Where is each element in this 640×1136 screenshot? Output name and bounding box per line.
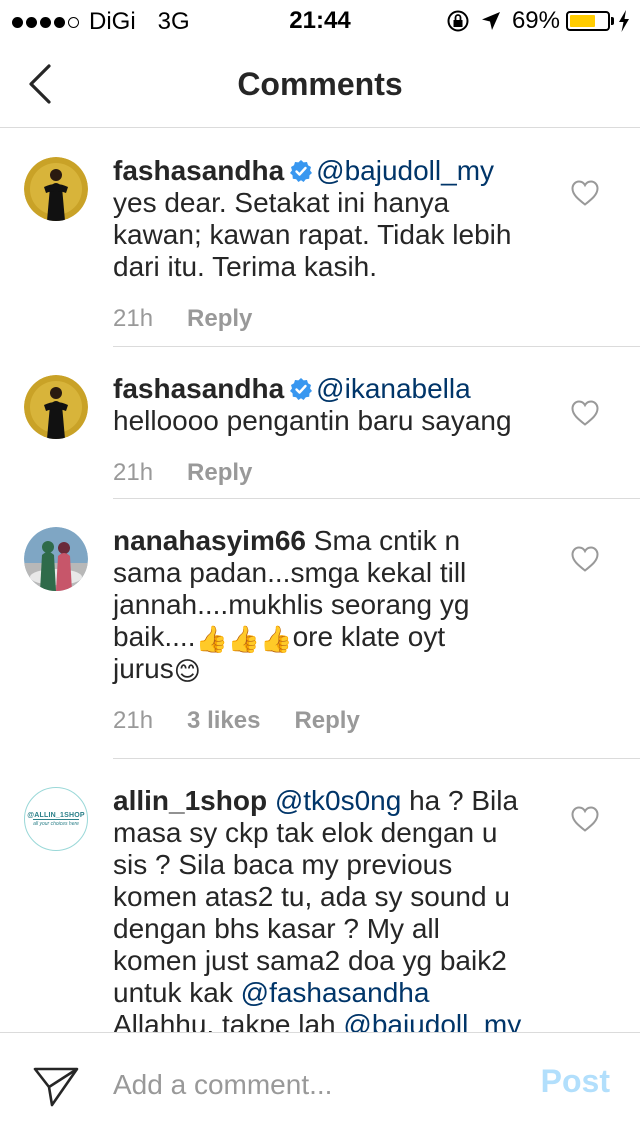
comment-text: fashasandha @bajudoll_my yes dear. Setaka… [113,155,553,283]
comment-time: 21h [113,707,154,734]
heart-icon[interactable] [570,805,600,833]
heart-icon[interactable] [570,179,600,207]
comment-body: nanahasyim66 Sma cntik n sama padan...sm… [113,525,553,735]
comment-username[interactable]: fashasandha [113,155,284,186]
comment-composer: Post [0,1032,640,1136]
comment-item: nanahasyim66 Sma cntik n sama padan...sm… [0,499,640,759]
comment-mention[interactable]: @bajudoll_my [316,155,494,186]
comment-item: fashasandha @bajudoll_my yes dear. Setaka… [0,129,640,347]
comment-text-line: helloooo pengantin baru sayang [113,405,512,436]
comment-time: 21h [113,459,154,486]
comment-text-line: kawan; kawan rapat. Tidak lebih [113,219,512,250]
comment-time: 21h [113,305,154,332]
comment-body: fashasandha @bajudoll_my yes dear. Setaka… [113,155,553,333]
avatar-brand-text: @ALLIN_1SHOP [27,811,85,819]
comment-meta: 21h Reply [113,305,553,333]
comment-username[interactable]: fashasandha [113,373,284,404]
comment-text-line: komen just sama2 doa yg baik2 [113,945,507,976]
comment-body: fashasandha @ikanabella helloooo penganti… [113,373,553,487]
comment-mention[interactable]: @ikanabella [316,373,471,404]
navigation-header: Comments [0,40,640,128]
comment-text: nanahasyim66 Sma cntik n sama padan...sm… [113,525,553,685]
comment-username[interactable]: nanahasyim66 [113,525,306,556]
thumbs-up-emoji: 👍 [260,624,293,654]
comment-item: fashasandha @ikanabella helloooo penganti… [0,347,640,499]
likes-count[interactable]: 3 likes [187,707,260,735]
comment-text-line: sama padan...smga kekal till [113,557,467,588]
charging-bolt-icon [619,10,629,32]
thumbs-up-emoji: 👍 [195,624,228,654]
reply-button[interactable]: Reply [294,707,359,735]
page-title: Comments [237,66,403,102]
battery-icon [566,11,610,31]
comment-mention[interactable]: @fashasandha [241,977,430,1008]
comment-text-line: jannah....mukhlis seorang yg [113,589,470,620]
comment-text-line: ore klate oyt [292,621,446,652]
lock-rotation-icon [447,10,469,32]
avatar[interactable] [24,527,88,591]
comment-text-line: dengan bhs kasar ? My all [113,913,440,944]
comment-meta: 21h Reply [113,459,553,487]
avatar-brand-subtext: all your choices here [33,818,79,827]
comment-body: allin_1shop @tk0s0ng ha ? Bila masa sy c… [113,785,553,1032]
comment-text-line: sis ? Sila baca my previous [113,849,453,880]
comment-text-line: yes dear. Setakat ini hanya [113,187,450,218]
avatar[interactable] [24,375,88,439]
comment-text-line: baik.... [113,621,196,652]
thumbs-up-emoji: 👍 [227,624,261,654]
comment-text: fashasandha @ikanabella helloooo penganti… [113,373,553,437]
heart-icon[interactable] [570,545,600,573]
comment-meta: 21h 3 likes Reply [113,707,553,735]
send-icon[interactable] [32,1065,80,1109]
avatar[interactable] [24,157,88,221]
smiling-face-emoji: 😊 [173,656,201,686]
comment-text-line: Sma cntik n [313,525,461,556]
comment-text-line: dari itu. Terima kasih. [113,251,378,282]
comment-text-line: komen atas2 tu, ada sy sound u [113,881,510,912]
comment-text-line: untuk kak [113,977,233,1008]
comment-text: allin_1shop @tk0s0ng ha ? Bila masa sy c… [113,785,553,1032]
comment-mention[interactable]: @bajudoll_my [343,1009,521,1032]
avatar[interactable]: @ALLIN_1SHOP all your choices here [24,787,88,851]
verified-badge-icon [290,378,313,400]
comments-list[interactable]: fashasandha @bajudoll_my yes dear. Setaka… [0,129,640,1032]
location-arrow-icon [481,12,500,30]
battery-percent: 69% [511,7,560,34]
heart-icon[interactable] [570,399,600,427]
comment-username[interactable]: allin_1shop [113,785,267,816]
post-button[interactable]: Post [541,1063,610,1100]
comment-mention[interactable]: @tk0s0ng [275,785,402,816]
comment-text-line: ha ? Bila [409,785,519,816]
status-bar: DiGi 3G 21:44 69% [0,0,640,40]
status-right: 69% [446,7,630,35]
reply-button[interactable]: Reply [187,305,252,333]
reply-button[interactable]: Reply [187,459,252,487]
comment-text-line: masa sy ckp tak elok dengan u [113,817,498,848]
battery-cap [611,17,614,25]
comment-text-line: jurus [113,653,174,684]
comment-text-line: Allahhu, takpe lah [113,1009,336,1032]
comment-item: @ALLIN_1SHOP all your choices here allin… [0,759,640,1032]
verified-badge-icon [290,160,313,182]
comment-input[interactable] [113,1063,513,1107]
